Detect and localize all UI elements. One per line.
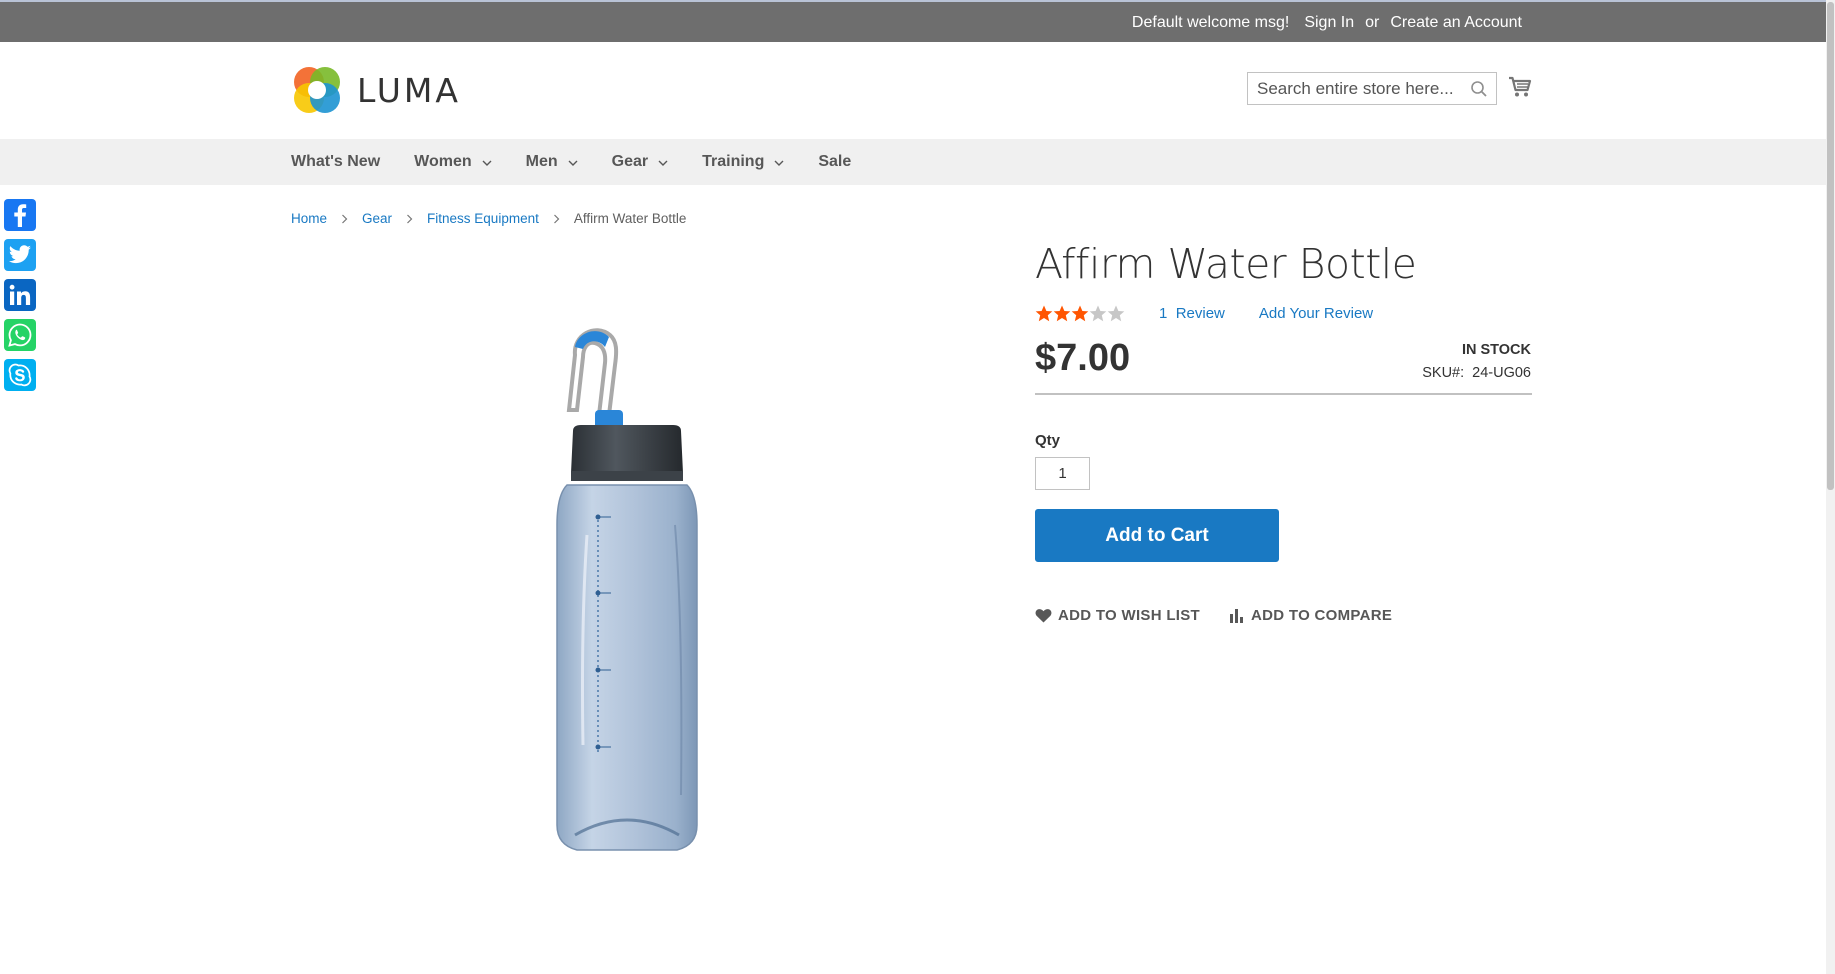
nav-item-label: Men — [525, 153, 558, 170]
star-filled-icon — [1071, 305, 1089, 322]
site-header: LUMA — [0, 42, 1826, 139]
breadcrumb-current: Affirm Water Bottle — [573, 211, 687, 226]
nav-item-label: What's New — [291, 153, 381, 170]
nav-item-label: Women — [414, 153, 472, 170]
nav-item-sale[interactable]: Sale — [818, 153, 851, 171]
nav-item-whats-new[interactable]: What's New — [291, 153, 380, 171]
search-icon[interactable] — [1470, 80, 1488, 98]
breadcrumb-home[interactable]: Home — [291, 211, 327, 226]
social-share-bar — [4, 199, 36, 391]
main-nav: What's New Women Men Gear Training Sale — [0, 139, 1826, 185]
product-image[interactable] — [555, 325, 735, 860]
facebook-icon[interactable] — [4, 199, 36, 231]
nav-item-women[interactable]: Women — [414, 153, 492, 171]
chevron-right-icon — [553, 214, 560, 223]
qty-input[interactable] — [1035, 457, 1090, 490]
chevron-down-icon — [774, 160, 784, 166]
whatsapp-icon[interactable] — [4, 319, 36, 351]
chevron-down-icon — [482, 160, 492, 166]
logo-text: LUMA — [357, 70, 461, 110]
nav-item-training[interactable]: Training — [702, 153, 784, 171]
reviews-link[interactable]: 1 Review — [1159, 305, 1225, 322]
chevron-right-icon — [342, 214, 348, 223]
linkedin-icon[interactable] — [4, 279, 36, 311]
compare-icon — [1230, 609, 1244, 623]
cart-icon[interactable] — [1508, 76, 1532, 98]
compare-label: ADD TO COMPARE — [1251, 607, 1393, 624]
add-to-cart-button[interactable]: Add to Cart — [1035, 509, 1279, 562]
add-to-compare-link[interactable]: ADD TO COMPARE — [1228, 607, 1392, 624]
product-social-actions: ADD TO WISH LIST ADD TO COMPARE — [1035, 607, 1420, 624]
sku-label: SKU#: — [1422, 365, 1465, 381]
breadcrumb-gear[interactable]: Gear — [362, 211, 392, 226]
top-panel: Default welcome msg! Sign In or Create a… — [0, 0, 1826, 42]
star-filled-icon — [1053, 305, 1071, 322]
star-filled-icon — [1035, 305, 1053, 322]
product-title: Affirm Water Bottle — [1035, 240, 1417, 288]
rating-stars — [1035, 305, 1125, 322]
product-sku: SKU#: 24-UG06 — [1422, 365, 1531, 381]
luma-logo-icon — [294, 67, 340, 113]
or-separator: or — [1365, 14, 1380, 31]
chevron-down-icon — [568, 160, 578, 166]
qty-label: Qty — [1035, 432, 1061, 449]
breadcrumb-fitness-equipment[interactable]: Fitness Equipment — [427, 211, 539, 226]
skype-icon[interactable] — [4, 359, 36, 391]
star-empty-icon — [1089, 305, 1107, 322]
header-links: Default welcome msg! Sign In or Create a… — [1132, 14, 1522, 32]
stock-status: IN STOCK — [1461, 342, 1531, 358]
twitter-icon[interactable] — [4, 239, 36, 271]
welcome-message: Default welcome msg! — [1131, 14, 1290, 31]
search-input[interactable] — [1248, 73, 1458, 104]
nav-item-men[interactable]: Men — [526, 153, 578, 171]
chevron-right-icon — [407, 214, 413, 223]
create-account-link[interactable]: Create an Account — [1390, 14, 1522, 32]
sign-in-link[interactable]: Sign In — [1304, 14, 1354, 32]
divider — [1035, 393, 1532, 395]
nav-item-gear[interactable]: Gear — [612, 153, 668, 171]
search-box — [1247, 72, 1497, 105]
nav-item-label: Training — [702, 153, 765, 170]
nav-item-label: Sale — [818, 153, 852, 170]
wishlist-label: ADD TO WISH LIST — [1058, 607, 1201, 624]
sku-value: 24-UG06 — [1472, 365, 1531, 381]
product-price: $7.00 — [1035, 337, 1131, 379]
heart-icon — [1035, 609, 1052, 623]
add-to-wishlist-link[interactable]: ADD TO WISH LIST — [1035, 607, 1200, 624]
reviews-label: Review — [1175, 305, 1225, 322]
add-review-link[interactable]: Add Your Review — [1259, 305, 1373, 322]
reviews-count: 1 — [1159, 305, 1168, 322]
logo[interactable]: LUMA — [291, 64, 461, 116]
rating-summary: 1 Review Add Your Review — [1035, 305, 1373, 322]
scrollbar-thumb[interactable] — [1827, 2, 1834, 490]
star-empty-icon — [1107, 305, 1125, 322]
nav-item-label: Gear — [611, 153, 649, 170]
chevron-down-icon — [658, 160, 668, 166]
breadcrumb: Home Gear Fitness Equipment Affirm Water… — [291, 211, 686, 226]
